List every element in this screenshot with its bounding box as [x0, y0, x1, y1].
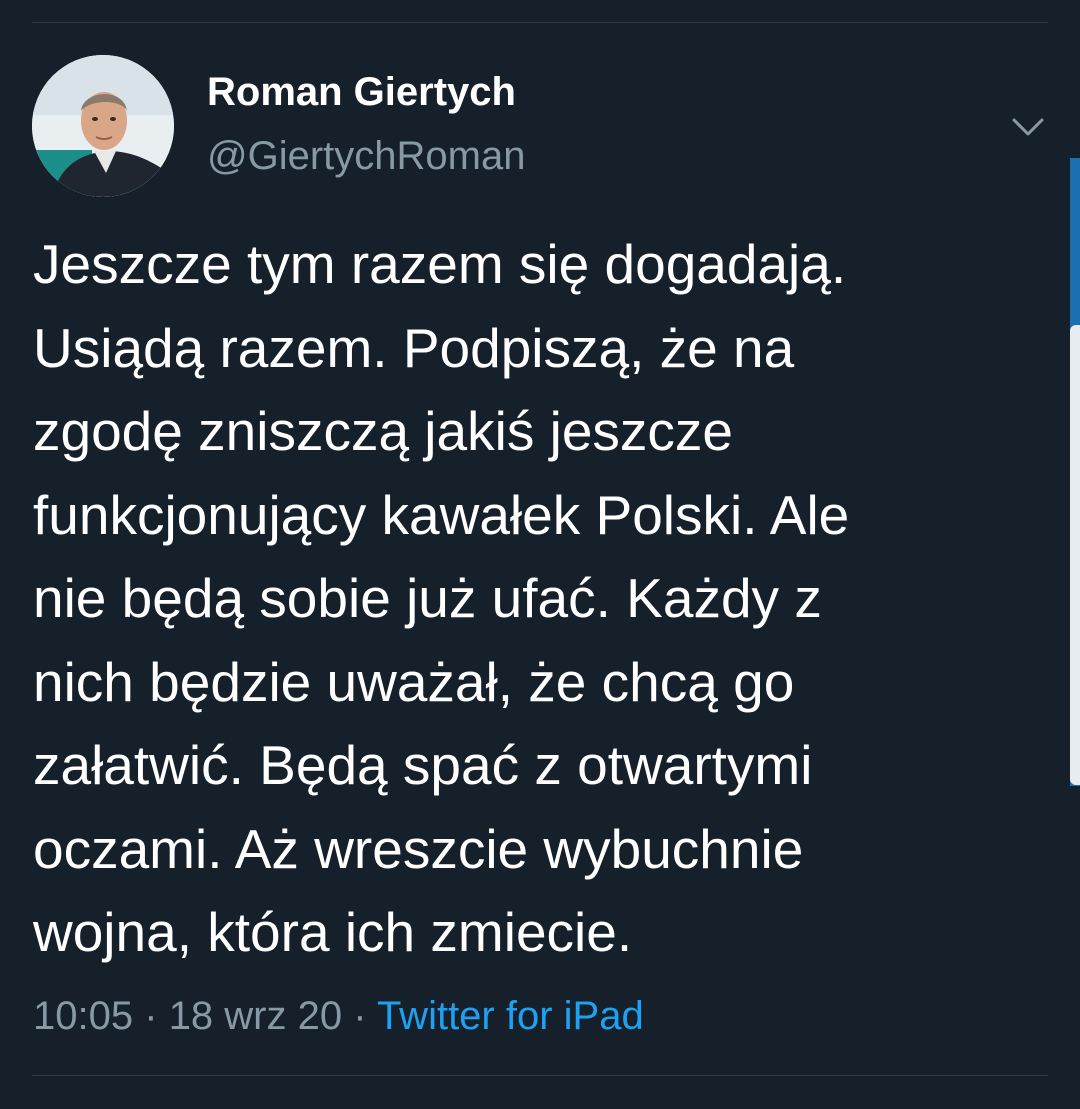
- tweet-text-line: nich będzie uważał, że chcą go: [33, 650, 795, 713]
- tweet-text-line: Jeszcze tym razem się dogadają.: [33, 233, 847, 295]
- scrollbar-thumb[interactable]: [1070, 325, 1080, 785]
- meta-separator: ·: [144, 994, 158, 1038]
- tweet-text: Jeszcze tym razem się dogadają. Usiądą r…: [33, 223, 1043, 975]
- display-name[interactable]: Roman Giertych: [207, 66, 516, 118]
- tweet-text-line: funkcjonujący kawałek Polski. Ale: [33, 483, 850, 546]
- user-handle[interactable]: @GiertychRoman: [207, 130, 525, 182]
- avatar[interactable]: [32, 55, 174, 197]
- meta-separator: ·: [353, 994, 367, 1038]
- chevron-down-icon[interactable]: [1008, 112, 1048, 142]
- avatar-image: [32, 55, 174, 197]
- tweet-date[interactable]: 18 wrz 20: [169, 994, 342, 1038]
- tweet: Roman Giertych @GiertychRoman Jeszcze ty…: [0, 0, 1080, 1109]
- tweet-time[interactable]: 10:05: [33, 994, 133, 1038]
- tweet-source-link[interactable]: Twitter for iPad: [377, 994, 644, 1038]
- tweet-text-line: nie będą sobie już ufać. Każdy z: [33, 567, 822, 629]
- tweet-text-line: zgodę zniszczą jakiś jeszcze: [33, 400, 734, 462]
- tweet-text-line: wojna, która ich zmiecie.: [33, 901, 633, 963]
- tweet-text-line: oczami. Aż wreszcie wybuchnie: [33, 817, 804, 880]
- tweet-text-line: Usiądą razem. Podpiszą, że na: [33, 316, 795, 379]
- bottom-divider: [32, 1075, 1048, 1076]
- tweet-text-line: załatwić. Będą spać z otwartymi: [33, 734, 813, 796]
- tweet-metadata: 10:05 · 18 wrz 20 · Twitter for iPad: [33, 990, 644, 1042]
